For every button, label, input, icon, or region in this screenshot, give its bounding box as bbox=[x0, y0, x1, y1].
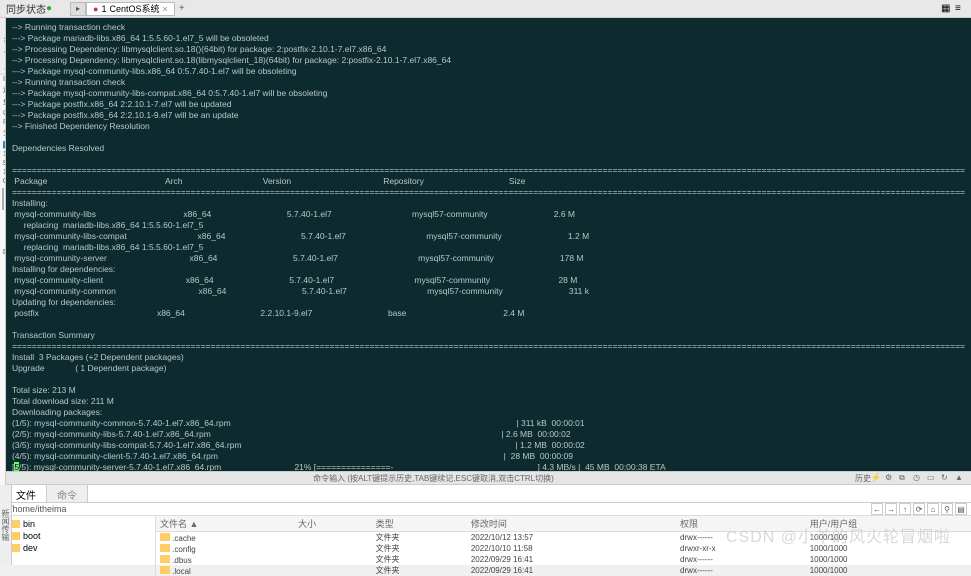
tree-item[interactable]: dev bbox=[10, 542, 151, 554]
tab-icon: ● bbox=[93, 4, 98, 14]
hint-text: 命令输入 (按ALT键提示历史,TAB键续记,ESC键取消,双击CTRL切换) bbox=[12, 473, 855, 484]
nav-refresh-icon[interactable]: ⟳ bbox=[913, 503, 925, 515]
nav-up-icon[interactable]: ↑ bbox=[899, 503, 911, 515]
sync-status: 同步状态 ● bbox=[0, 1, 70, 16]
tab-close-icon[interactable]: × bbox=[162, 4, 167, 14]
grid-icon[interactable]: ▦ bbox=[941, 3, 953, 15]
tab-files[interactable]: 文件 bbox=[6, 485, 47, 502]
bolt-icon[interactable]: ⚡ bbox=[871, 473, 881, 483]
tab-number: 1 bbox=[101, 4, 106, 14]
tab-strip: ▸ ● 1 CentOS系统 × + bbox=[70, 2, 189, 16]
left-vertical-label[interactable]: 新闻传输 bbox=[0, 485, 12, 565]
file-row[interactable]: .cache文件夹2022/10/12 13:57drwx------1000/… bbox=[156, 532, 971, 544]
current-path[interactable]: /home/itheima bbox=[10, 504, 67, 514]
file-row[interactable]: .dbus文件夹2022/09/29 16:41drwx------1000/1… bbox=[156, 554, 971, 565]
gear-icon[interactable]: ⚙ bbox=[885, 473, 895, 483]
tab-add-button[interactable]: + bbox=[175, 3, 189, 14]
file-row[interactable]: .config文件夹2022/10/10 11:58drwxr-xr-x1000… bbox=[156, 543, 971, 554]
nav-home-icon[interactable]: ⌂ bbox=[927, 503, 939, 515]
nav-view-icon[interactable]: ▤ bbox=[955, 503, 967, 515]
copy-icon[interactable]: ⧉ bbox=[899, 473, 909, 483]
folder-icon[interactable]: ▭ bbox=[927, 473, 937, 483]
tree-item[interactable]: boot bbox=[10, 530, 151, 542]
tab-list-button[interactable]: ▸ bbox=[70, 2, 86, 16]
tab-commands[interactable]: 命令 bbox=[47, 485, 88, 502]
nav-fwd-icon[interactable]: → bbox=[885, 503, 897, 515]
file-pane: 文件 命令 /home/itheima ← → ↑ ⟳ ⌂ ⚲ ▤ binboo… bbox=[6, 485, 971, 565]
sync-icon[interactable]: ↻ bbox=[941, 473, 951, 483]
clock-icon[interactable]: ◷ bbox=[913, 473, 923, 483]
nav-search-icon[interactable]: ⚲ bbox=[941, 503, 953, 515]
menu-icon[interactable]: ≡ bbox=[955, 3, 967, 15]
up-icon[interactable]: ▲ bbox=[955, 473, 965, 483]
path-bar: /home/itheima ← → ↑ ⟳ ⌂ ⚲ ▤ bbox=[6, 503, 971, 516]
net-chart bbox=[2, 188, 4, 210]
nav-back-icon[interactable]: ← bbox=[871, 503, 883, 515]
file-row[interactable]: .local文件夹2022/09/29 16:41drwx------1000/… bbox=[156, 565, 971, 576]
process-list: 11.8M 1.7 utfgrabl99.8M 7 yum11.6M 1 utf… bbox=[0, 150, 5, 186]
tab-title: CentOS系统 bbox=[109, 2, 159, 15]
top-right-icons: ▦ ≡ bbox=[941, 3, 971, 15]
tree-item[interactable]: bin bbox=[10, 518, 151, 530]
file-tree[interactable]: binbootdev bbox=[6, 516, 156, 576]
tab-centos[interactable]: ● 1 CentOS系统 × bbox=[86, 2, 175, 16]
top-bar: 同步状态 ● ▸ ● 1 CentOS系统 × + ▦ ≡ bbox=[0, 0, 971, 18]
hint-status[interactable]: 历史 bbox=[855, 473, 871, 484]
terminal-output[interactable]: --> Running transaction check ---> Packa… bbox=[6, 18, 971, 471]
command-hint-bar: 命令输入 (按ALT键提示历史,TAB键续记,ESC键取消,双击CTRL切换) … bbox=[6, 471, 971, 485]
file-table[interactable]: 文件名 ▲大小类型修改时间权限用户/用户组 .cache文件夹2022/10/1… bbox=[156, 516, 971, 576]
